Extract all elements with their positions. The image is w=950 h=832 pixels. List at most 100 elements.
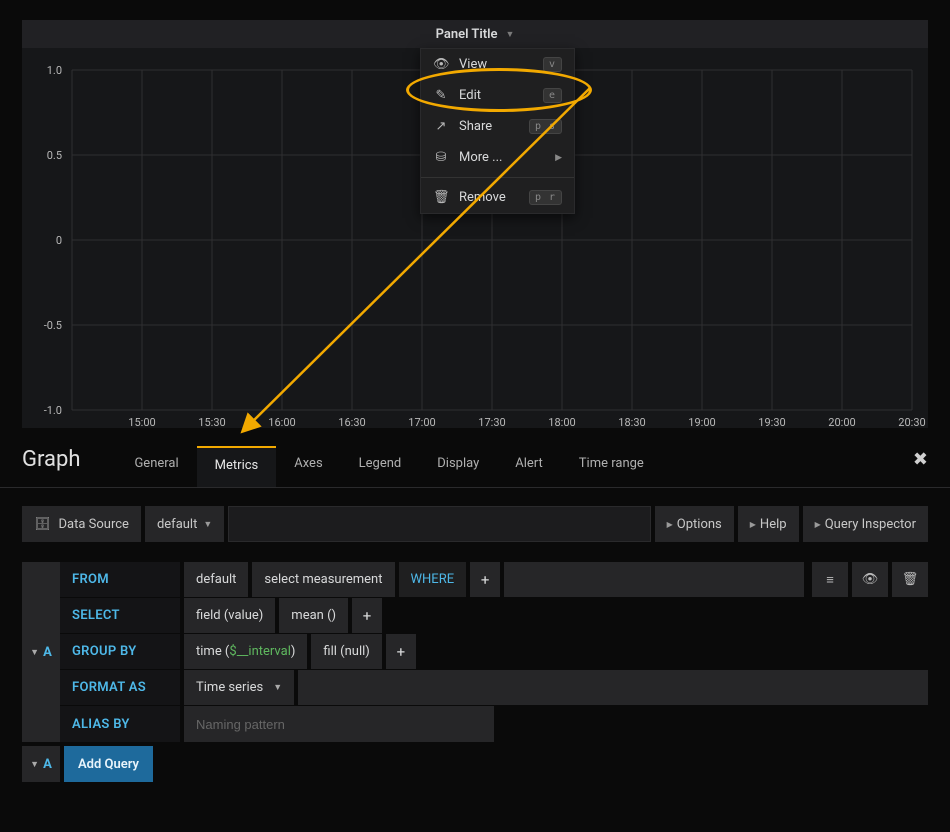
from-key: FROM [60, 562, 180, 597]
kbd-remove: p r [529, 190, 562, 205]
datasource-label-seg: 🗄 Data Source [22, 506, 141, 542]
query-editor: 🗄 Data Source default ▼ ▶ Options ▶ Help… [0, 488, 950, 800]
datasource-value: default [157, 517, 197, 532]
datasource-label: Data Source [59, 517, 129, 532]
caret-right-icon: ▶ [815, 520, 821, 529]
select-add[interactable]: + [352, 598, 382, 633]
options-label: Options [677, 517, 722, 532]
cube-icon: ⛁ [433, 150, 449, 165]
select-key: SELECT [60, 598, 180, 633]
format-value: Time series [196, 680, 263, 695]
alias-input[interactable] [196, 717, 482, 732]
svg-text:17:00: 17:00 [408, 416, 435, 428]
menu-view-label: View [459, 57, 543, 72]
groupby-add[interactable]: + [386, 634, 416, 669]
query-text-area[interactable] [228, 506, 650, 542]
menu-edit-label: Edit [459, 88, 543, 103]
groupby-time-prefix: time ( [196, 644, 229, 659]
panel-title-bar[interactable]: Panel Title ▼ [22, 20, 928, 48]
svg-text:18:30: 18:30 [618, 416, 645, 428]
format-fill [298, 670, 928, 705]
query-inspector-toggle[interactable]: ▶ Query Inspector [803, 506, 928, 542]
format-select[interactable]: Time series ▼ [184, 670, 294, 705]
svg-text:15:00: 15:00 [128, 416, 155, 428]
query-menu-icon[interactable]: ≡ [812, 562, 848, 597]
query-row-select: SELECT field (value) mean () + [60, 598, 928, 634]
query-row-groupby: GROUP BY time ($__interval) fill (null) … [60, 634, 928, 670]
tab-axes[interactable]: Axes [276, 446, 340, 487]
menu-edit[interactable]: ✎ Edit e [421, 80, 574, 111]
query-row-format: FORMAT AS Time series ▼ [60, 670, 928, 706]
add-query-row: ▼ A Add Query [22, 746, 928, 782]
menu-view[interactable]: 👁 View v [421, 49, 574, 80]
close-editor-icon[interactable]: ✖ [913, 449, 928, 484]
edit-icon: ✎ [433, 88, 449, 103]
menu-more[interactable]: ⛁ More ... ▶ [421, 142, 574, 173]
svg-text:-0.5: -0.5 [44, 319, 62, 332]
datasource-select[interactable]: default ▼ [145, 506, 224, 542]
select-field[interactable]: field (value) [184, 598, 275, 633]
groupby-fill[interactable]: fill (null) [311, 634, 381, 669]
svg-text:-1.0: -1.0 [44, 404, 62, 417]
query-row-from: FROM default select measurement WHERE + … [60, 562, 928, 598]
tab-general[interactable]: General [116, 446, 196, 487]
panel-type-label: Graph [22, 447, 80, 486]
editor-tabs: Graph General Metrics Axes Legend Displa… [0, 428, 950, 488]
datasource-bar: 🗄 Data Source default ▼ ▶ Options ▶ Help… [22, 506, 928, 542]
add-query-button[interactable]: Add Query [64, 746, 153, 782]
tab-alert[interactable]: Alert [497, 446, 561, 487]
chevron-right-icon: ▶ [555, 153, 562, 163]
menu-share-label: Share [459, 119, 529, 134]
menu-remove[interactable]: 🗑 Remove p r [421, 182, 574, 213]
svg-text:16:00: 16:00 [268, 416, 295, 428]
chevron-down-icon: ▼ [273, 682, 282, 693]
database-icon: 🗄 [34, 517, 51, 532]
svg-text:0.5: 0.5 [47, 149, 62, 162]
from-source[interactable]: default [184, 562, 248, 597]
svg-text:18:00: 18:00 [548, 416, 575, 428]
select-agg[interactable]: mean () [279, 598, 348, 633]
kbd-edit: e [543, 88, 562, 103]
addquery-letter: A [43, 757, 52, 772]
chevron-down-icon: ▼ [203, 519, 212, 530]
svg-text:16:30: 16:30 [338, 416, 365, 428]
where-add[interactable]: + [470, 562, 500, 597]
tab-metrics[interactable]: Metrics [197, 446, 277, 487]
menu-remove-label: Remove [459, 190, 529, 205]
tab-timerange[interactable]: Time range [561, 446, 662, 487]
share-icon: ↗ [433, 119, 449, 134]
from-measurement[interactable]: select measurement [252, 562, 394, 597]
svg-text:20:00: 20:00 [828, 416, 855, 428]
menu-more-label: More ... [459, 150, 555, 165]
from-fill [504, 562, 804, 597]
tab-legend[interactable]: Legend [341, 446, 420, 487]
query-row-alias: ALIAS BY [60, 706, 928, 742]
help-toggle[interactable]: ▶ Help [738, 506, 799, 542]
menu-share[interactable]: ↗ Share p s [421, 111, 574, 142]
query-eye-icon[interactable]: 👁 [852, 562, 888, 597]
trash-icon: 🗑 [433, 190, 449, 205]
query-trash-icon[interactable]: 🗑 [892, 562, 928, 597]
panel-menu: 👁 View v ✎ Edit e ↗ Share p s ⛁ More ...… [420, 48, 575, 214]
kbd-share: p s [529, 119, 562, 134]
svg-text:15:30: 15:30 [198, 416, 225, 428]
svg-text:19:00: 19:00 [688, 416, 715, 428]
kbd-view: v [543, 57, 562, 72]
groupby-time[interactable]: time ($__interval) [184, 634, 307, 669]
options-toggle[interactable]: ▶ Options [655, 506, 734, 542]
menu-separator [421, 177, 574, 178]
panel-title: Panel Title [436, 27, 498, 42]
caret-right-icon: ▶ [667, 520, 673, 529]
svg-text:0: 0 [56, 234, 62, 247]
groupby-key: GROUP BY [60, 634, 180, 669]
caret-right-icon: ▶ [750, 520, 756, 529]
help-label: Help [760, 517, 787, 532]
svg-text:1.0: 1.0 [47, 64, 62, 77]
svg-text:17:30: 17:30 [478, 416, 505, 428]
query-collapse-toggle[interactable]: ▼ A [22, 562, 60, 742]
alias-key: ALIAS BY [60, 706, 180, 742]
svg-text:19:30: 19:30 [758, 416, 785, 428]
addquery-collapse-toggle[interactable]: ▼ A [22, 746, 60, 782]
eye-icon: 👁 [433, 57, 449, 72]
tab-display[interactable]: Display [419, 446, 497, 487]
